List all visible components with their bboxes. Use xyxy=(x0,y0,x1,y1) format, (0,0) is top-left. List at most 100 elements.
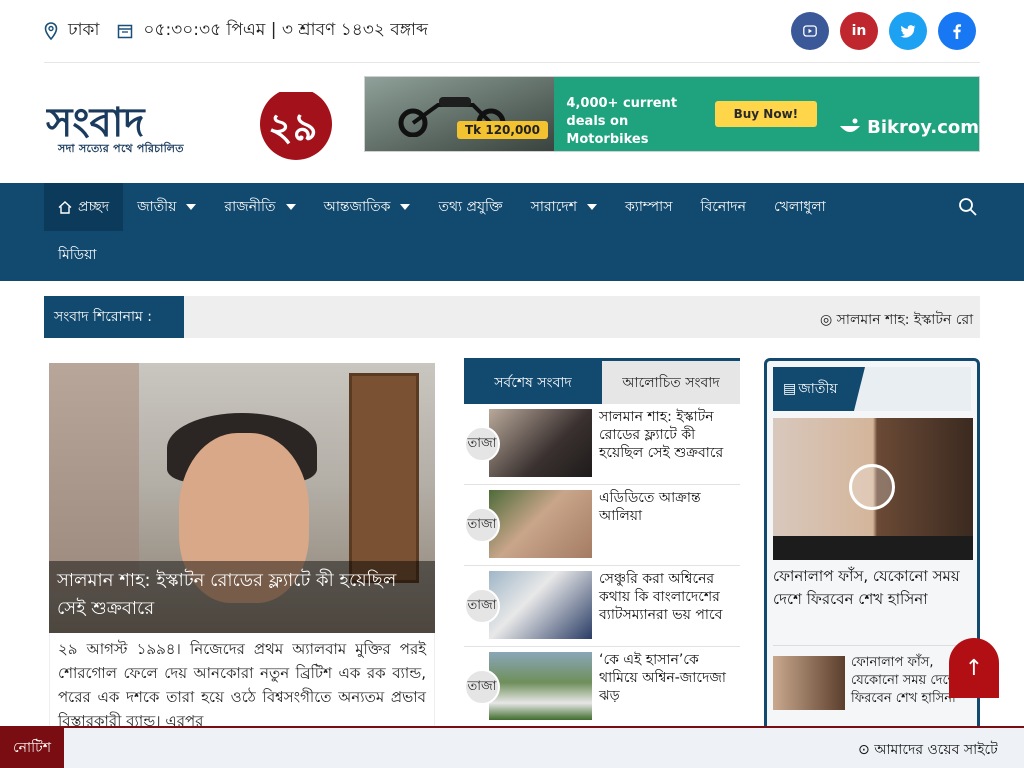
news-list: তাজা সালমান শাহ: ইস্কাটন রোডের ফ্ল্যাটে … xyxy=(464,404,740,728)
fresh-badge: তাজা xyxy=(464,588,500,624)
audio-play-icon[interactable] xyxy=(849,464,895,510)
notice-text[interactable]: ⊙ আমাদের ওয়েব সাইটে xyxy=(858,738,1024,762)
news-thumbnail[interactable] xyxy=(489,490,592,558)
building-shape xyxy=(49,363,139,593)
site-logo[interactable]: সংবাদ ২৯ সদা সত্যের পথে পরিচালিত xyxy=(46,92,338,164)
top-bar: ঢাকা ০৫:৩০:৩৫ পিএম | ৩ শ্রাবণ ১৪৩২ বঙ্গা… xyxy=(44,0,980,63)
chevron-down-icon xyxy=(587,204,597,210)
ad-brand-text: Bikroy.com xyxy=(867,116,979,138)
nav-item-label: ক্যাম্পাস xyxy=(625,199,673,215)
main-nav: প্রচ্ছদ জাতীয় রাজনীতি আন্তজাতিক তথ্য প্… xyxy=(0,183,1024,281)
nav-item-label: আন্তজাতিক xyxy=(323,199,391,215)
category-feature-image[interactable] xyxy=(773,418,973,560)
chevron-down-icon xyxy=(186,204,197,210)
nav-item-sports[interactable]: খেলাধুলা xyxy=(760,183,840,231)
arrow-up-icon: ↑ xyxy=(964,655,984,681)
ad-headline: 4,000+ current deals on Motorbikes xyxy=(566,96,678,147)
nav-item-politics[interactable]: রাজনীতি xyxy=(210,183,309,231)
news-thumbnail[interactable] xyxy=(489,409,592,477)
category-label[interactable]: ▤ জাতীয় xyxy=(773,367,865,411)
category-label-text: জাতীয় xyxy=(798,381,838,397)
nav-row-2: মিডিয়া xyxy=(44,231,110,279)
door-shape xyxy=(349,373,419,583)
fresh-badge: তাজা xyxy=(464,426,500,462)
notice-message: আমাদের ওয়েব সাইটে xyxy=(874,742,998,758)
chevron-down-icon xyxy=(400,204,411,210)
ticker-headline: সালমান শাহ: ইস্কাটন রো xyxy=(836,312,974,328)
news-thumbnail[interactable] xyxy=(773,656,845,710)
news-title[interactable]: সালমান শাহ: ইস্কাটন রোডের ফ্ল্যাটে কী হয… xyxy=(599,408,739,462)
fresh-badge: তাজা xyxy=(464,507,500,543)
twitter-icon[interactable] xyxy=(889,12,927,50)
calendar-icon xyxy=(117,23,133,39)
waveform-icon xyxy=(773,536,973,560)
nav-item-label: মিডিয়া xyxy=(58,247,97,263)
bikroy-icon xyxy=(840,118,861,132)
facebook-icon[interactable] xyxy=(938,12,976,50)
news-title[interactable]: ‘কে এই হাসান’কে থামিয়ে অশ্বিন-জাদেজা ঝড… xyxy=(599,651,739,705)
ad-banner[interactable]: Tk 120,000 4,000+ current deals on Motor… xyxy=(364,76,980,152)
tab-popular[interactable]: আলোচিত সংবাদ xyxy=(602,361,740,404)
nav-row-1: প্রচ্ছদ জাতীয় রাজনীতি আন্তজাতিক তথ্য প্… xyxy=(44,183,840,231)
news-tabs: সর্বশেষ সংবাদ আলোচিত সংবাদ xyxy=(464,358,740,404)
headline-ticker: সংবাদ শিরোনাম : ◎ সালমান শাহ: ইস্কাটন রো xyxy=(44,296,980,338)
datetime-text: ০৫:৩০:৩৫ পিএম | ৩ শ্রাবণ ১৪৩২ বঙ্গাব্দ xyxy=(143,20,428,40)
datetime: ০৫:৩০:৩৫ পিএম | ৩ শ্রাবণ ১৪৩২ বঙ্গাব্দ xyxy=(117,17,428,45)
nav-item-label: খেলাধুলা xyxy=(774,199,826,215)
newspaper-icon: ▤ xyxy=(783,381,797,397)
svg-text:২৯: ২৯ xyxy=(268,105,317,149)
news-title[interactable]: এডিডিতে আক্রান্ত আলিয়া xyxy=(599,489,739,525)
news-title[interactable]: সেঞ্চুরি করা অশ্বিনের কথায় কি বাংলাদেশে… xyxy=(599,570,739,624)
nav-item-label: তথ্য প্রযুক্তি xyxy=(438,199,503,215)
location-pin-icon xyxy=(44,22,58,40)
tab-latest[interactable]: সর্বশেষ সংবাদ xyxy=(464,361,602,404)
youtube-icon[interactable] xyxy=(791,12,829,50)
nav-item-label: রাজনীতি xyxy=(224,199,276,215)
target-icon: ◎ xyxy=(820,312,837,328)
nav-item-label: সারাদেশ xyxy=(530,199,577,215)
ad-buy-button[interactable]: Buy Now! xyxy=(714,101,818,127)
category-box: ▤ জাতীয় ফোনালাপ ফাঁস, যেকোনো সময় দেশে … xyxy=(764,358,980,738)
nav-item-national[interactable]: জাতীয় xyxy=(123,183,210,231)
category-feature-title[interactable]: ফোনালাপ ফাঁস, যেকোনো সময় দেশে ফিরবেন শে… xyxy=(773,565,973,611)
list-item[interactable]: ফোনালাপ ফাঁস, যেকোনো সময় দেশে ফিরবেন শে… xyxy=(773,645,973,715)
notice-label: নোটিশ xyxy=(0,728,64,768)
nav-item-media[interactable]: মিডিয়া xyxy=(44,231,110,279)
nav-item-tech[interactable]: তথ্য প্রযুক্তি xyxy=(424,183,516,231)
circle-dot-icon: ⊙ xyxy=(858,742,875,758)
category-header: ▤ জাতীয় xyxy=(773,367,971,411)
page: ঢাকা ০৫:৩০:৩৫ পিএম | ৩ শ্রাবণ ১৪৩২ বঙ্গা… xyxy=(0,0,1024,768)
nav-item-international[interactable]: আন্তজাতিক xyxy=(310,183,425,231)
list-item[interactable]: তাজা এডিডিতে আক্রান্ত আলিয়া xyxy=(464,485,740,566)
linkedin-icon[interactable]: in xyxy=(840,12,878,50)
nav-item-label: প্রচ্ছদ xyxy=(78,199,110,215)
ad-price: Tk 120,000 xyxy=(457,121,548,139)
nav-item-label: জাতীয় xyxy=(137,199,177,215)
social-links: in xyxy=(791,12,976,50)
location-text: ঢাকা xyxy=(68,20,100,40)
ad-brand: Bikroy.com xyxy=(839,103,979,151)
ticker-label: সংবাদ শিরোনাম : xyxy=(44,296,184,338)
search-icon[interactable] xyxy=(958,197,978,221)
location: ঢাকা xyxy=(44,17,99,45)
logo-tagline: সদা সত্যের পথে পরিচালিত xyxy=(58,142,184,155)
lead-story-title[interactable]: সালমান শাহ: ইস্কাটন রোডের ফ্ল্যাটে কী হয… xyxy=(49,561,435,633)
lead-story-image[interactable]: সালমান শাহ: ইস্কাটন রোডের ফ্ল্যাটে কী হয… xyxy=(49,363,435,633)
ticker-text[interactable]: ◎ সালমান শাহ: ইস্কাটন রো xyxy=(820,308,980,332)
nav-item-country[interactable]: সারাদেশ xyxy=(517,183,611,231)
nav-item-campus[interactable]: ক্যাম্পাস xyxy=(611,183,686,231)
scroll-to-top-button[interactable]: ↑ xyxy=(949,638,999,698)
home-icon xyxy=(58,200,72,214)
notice-bar: নোটিশ ⊙ আমাদের ওয়েব সাইটে xyxy=(0,726,1024,768)
list-item[interactable]: তাজা ‘কে এই হাসান’কে থামিয়ে অশ্বিন-জাদে… xyxy=(464,647,740,728)
news-thumbnail[interactable] xyxy=(489,652,592,720)
list-item[interactable]: তাজা সেঞ্চুরি করা অশ্বিনের কথায় কি বাংল… xyxy=(464,566,740,647)
list-item[interactable]: তাজা সালমান শাহ: ইস্কাটন রোডের ফ্ল্যাটে … xyxy=(464,404,740,485)
nav-item-label: বিনোদন xyxy=(700,199,747,215)
news-thumbnail[interactable] xyxy=(489,571,592,639)
chevron-down-icon xyxy=(285,204,296,210)
ad-photo: Tk 120,000 xyxy=(365,77,555,151)
nav-item-home[interactable]: প্রচ্ছদ xyxy=(44,183,124,231)
nav-item-entertainment[interactable]: বিনোদন xyxy=(686,183,760,231)
fresh-badge: তাজা xyxy=(464,669,500,705)
